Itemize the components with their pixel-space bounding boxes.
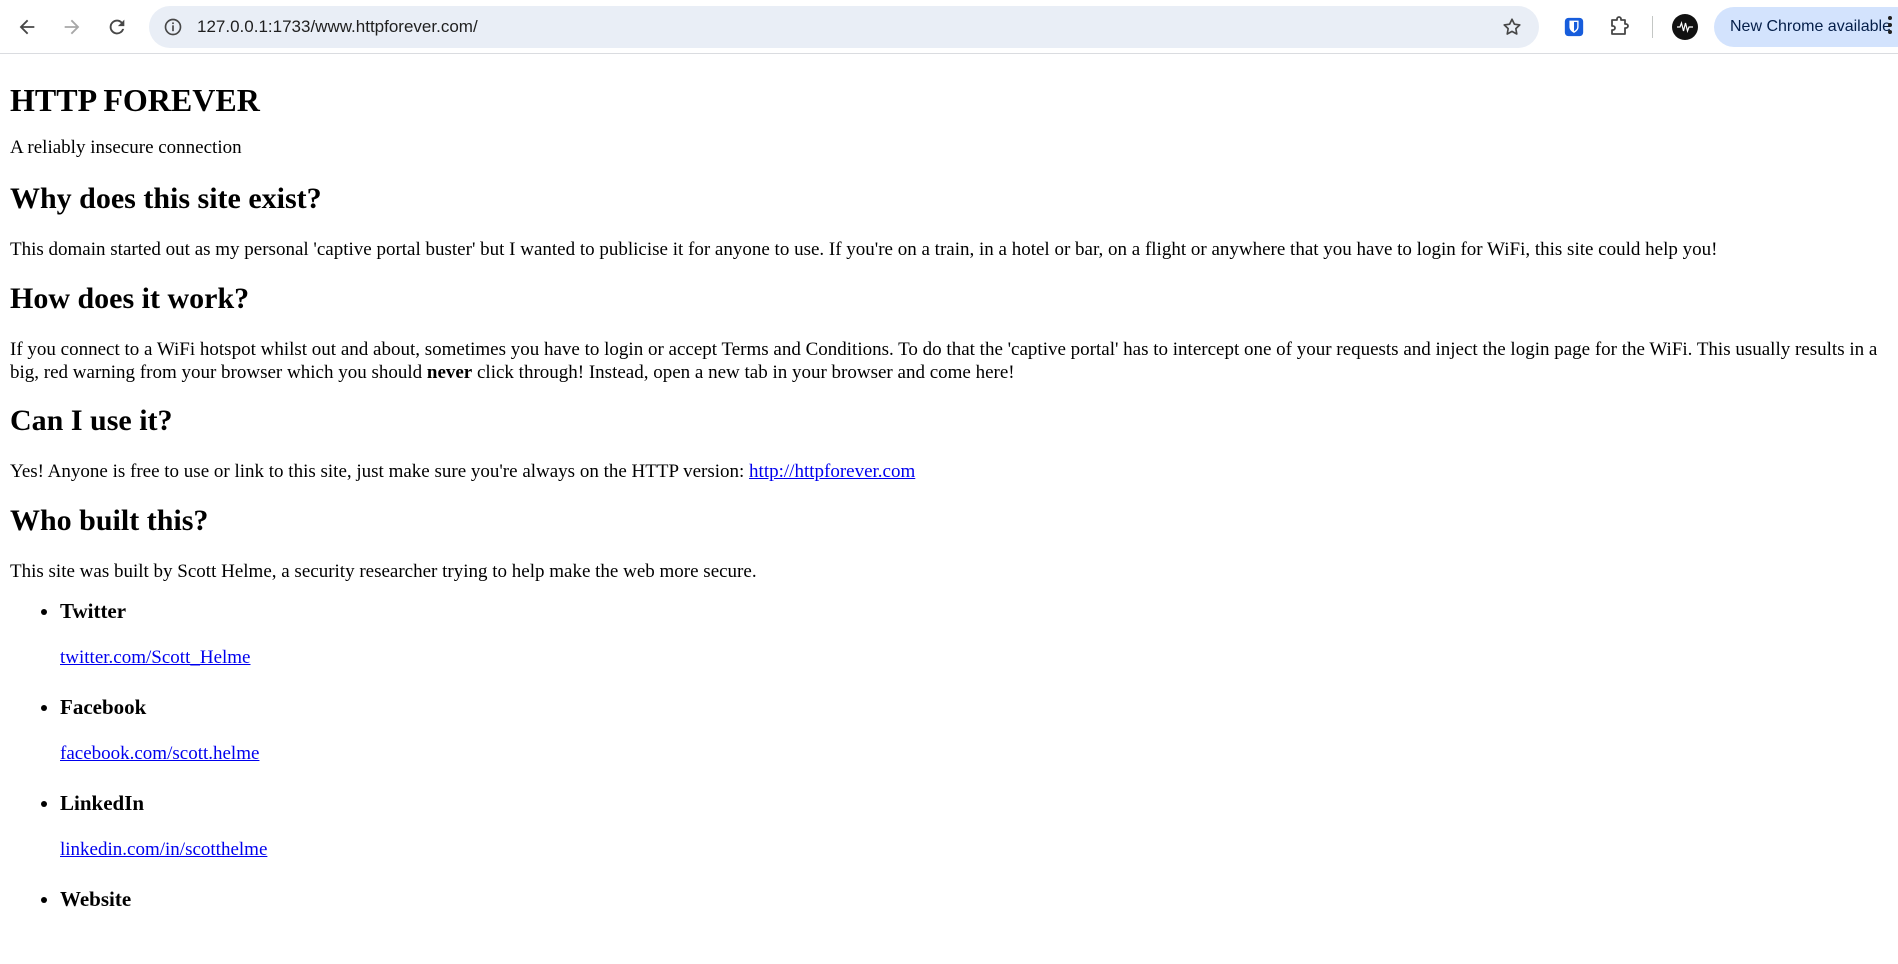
- list-item: Facebook facebook.com/scott.helme: [60, 694, 1888, 767]
- url-text[interactable]: 127.0.0.1:1733/www.httpforever.com/: [197, 17, 478, 37]
- heading-why: Why does this site exist?: [10, 182, 322, 216]
- social-list: Twitter twitter.com/Scott_Helme Facebook…: [10, 598, 1888, 912]
- bitwarden-icon: [1564, 17, 1584, 37]
- paragraph-can: Yes! Anyone is free to use or link to th…: [10, 460, 1888, 483]
- paragraph-who: This site was built by Scott Helme, a se…: [10, 561, 757, 583]
- heading-who: Who built this?: [10, 504, 209, 538]
- info-icon: [164, 18, 182, 36]
- list-item: LinkedIn linkedin.com/in/scotthelme: [60, 790, 1888, 863]
- reload-button[interactable]: [99, 9, 135, 45]
- waveform-icon: [1677, 21, 1693, 33]
- social-label-website: Website: [60, 887, 132, 912]
- reload-icon: [109, 19, 125, 35]
- social-label-linkedin: LinkedIn: [60, 791, 145, 816]
- avatar: [1672, 14, 1698, 40]
- list-item: Twitter twitter.com/Scott_Helme: [60, 598, 1888, 671]
- paragraph-how: If you connect to a WiFi hotspot whilst …: [10, 338, 1888, 384]
- page-content: HTTP FOREVER A reliably insecure connect…: [0, 81, 1898, 912]
- paragraph-why: This domain started out as my personal '…: [10, 239, 1718, 261]
- profile-button[interactable]: [1668, 10, 1702, 44]
- list-item: Website: [60, 886, 1888, 912]
- browser-toolbar: 127.0.0.1:1733/www.httpforever.com/ New …: [0, 0, 1898, 54]
- paragraph-can-text: Yes! Anyone is free to use or link to th…: [10, 461, 750, 483]
- toolbar-divider: [1652, 16, 1653, 38]
- extensions-button[interactable]: [1602, 10, 1636, 44]
- arrow-left-icon: [19, 19, 35, 35]
- back-button[interactable]: [9, 9, 45, 45]
- chrome-update-label: New Chrome available: [1730, 18, 1891, 35]
- heading-can: Can I use it?: [10, 404, 173, 438]
- chrome-update-button[interactable]: New Chrome available: [1714, 7, 1898, 47]
- bookmark-button[interactable]: [1499, 14, 1525, 40]
- site-info-button[interactable]: [159, 13, 187, 41]
- paragraph-how-part2: click through! Instead, open a new tab i…: [472, 362, 1015, 384]
- heading-how: How does it work?: [10, 282, 250, 316]
- page-title: HTTP FOREVER: [10, 82, 260, 118]
- page-subtitle: A reliably insecure connection: [10, 137, 242, 159]
- puzzle-icon: [1611, 16, 1629, 35]
- linkedin-link[interactable]: linkedin.com/in/scotthelme: [60, 839, 267, 860]
- social-label-twitter: Twitter: [60, 599, 127, 624]
- star-icon: [1503, 18, 1521, 35]
- address-bar[interactable]: 127.0.0.1:1733/www.httpforever.com/: [149, 6, 1539, 48]
- bitwarden-extension-button[interactable]: [1557, 10, 1591, 44]
- social-label-facebook: Facebook: [60, 695, 147, 720]
- paragraph-how-bold: never: [426, 362, 473, 384]
- httpforever-link[interactable]: http://httpforever.com: [749, 461, 915, 482]
- more-menu-icon[interactable]: [1885, 14, 1895, 40]
- facebook-link[interactable]: facebook.com/scott.helme: [60, 743, 259, 764]
- forward-button[interactable]: [54, 9, 90, 45]
- twitter-link[interactable]: twitter.com/Scott_Helme: [60, 647, 251, 668]
- arrow-right-icon: [64, 19, 80, 35]
